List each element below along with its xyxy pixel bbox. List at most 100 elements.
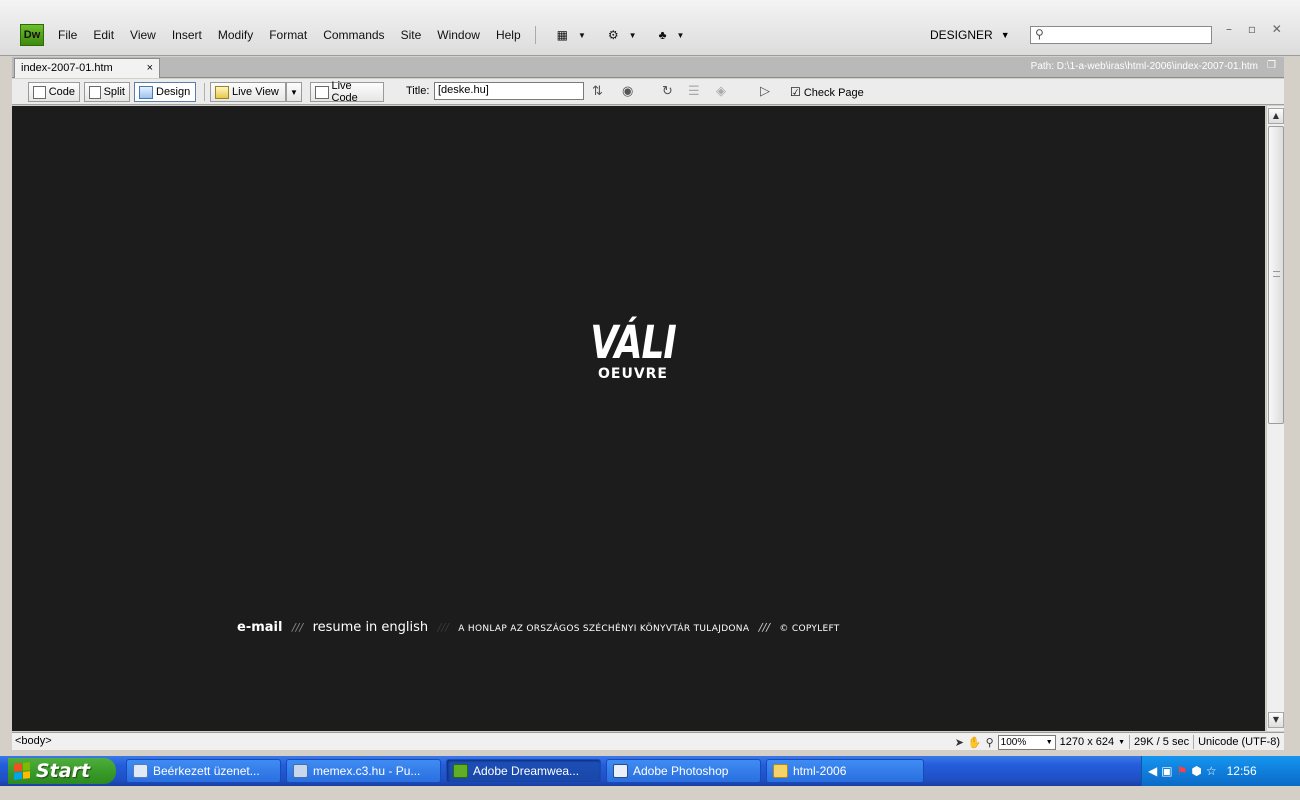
- toolbar-divider: [204, 83, 205, 101]
- document-toolbar: Code Split Design Live View ▼ Live Code …: [12, 79, 1284, 105]
- window-controls[interactable]: – ▫ ✕: [1226, 22, 1288, 36]
- check-page-icon: ☑: [790, 85, 801, 99]
- code-view-label: Code: [48, 86, 75, 98]
- taskbar-item-folder[interactable]: html-2006: [766, 759, 924, 783]
- vali-oeuvre-logo: VÁLI OEUVRE: [590, 318, 677, 382]
- extend-menu-button[interactable]: ⚙ ▼: [593, 28, 644, 42]
- network-icon[interactable]: ▣: [1161, 764, 1172, 778]
- live-view-options-button[interactable]: ▼: [286, 82, 302, 102]
- status-divider: [1193, 735, 1195, 749]
- chevron-down-icon: ▼: [577, 30, 586, 40]
- security-flag-icon[interactable]: ⚑: [1177, 764, 1188, 778]
- live-view-label: Live View: [232, 86, 279, 98]
- ownership-notice: A HONLAP AZ ORSZÁGOS SZÉCHÉNYI KÖNYVTÁR …: [458, 624, 750, 634]
- validate-markup-icon[interactable]: ▷: [760, 84, 770, 99]
- workspace-switcher[interactable]: DESIGNER ▼: [930, 24, 1010, 46]
- design-view-button[interactable]: Design: [134, 82, 196, 102]
- scroll-up-button[interactable]: ▲: [1268, 108, 1284, 124]
- visual-aids-icon[interactable]: ◈: [716, 84, 726, 99]
- menu-commands[interactable]: Commands: [315, 28, 392, 42]
- restore-icon[interactable]: ❐: [1267, 60, 1276, 71]
- view-options-icon[interactable]: ☰: [688, 84, 700, 99]
- file-management-icon[interactable]: ⇅: [592, 84, 603, 99]
- menu-site[interactable]: Site: [393, 28, 430, 42]
- menu-insert[interactable]: Insert: [164, 28, 210, 42]
- copyleft-notice: © COPYLEFT: [779, 624, 840, 634]
- taskbar-item-label: Adobe Dreamwea...: [473, 764, 580, 778]
- photoshop-icon: [613, 764, 628, 778]
- download-size-readout: 29K / 5 sec: [1134, 736, 1190, 748]
- tag-selector[interactable]: <body>: [15, 735, 52, 747]
- tray-expand-icon[interactable]: ◀: [1148, 764, 1157, 778]
- clock[interactable]: 12:56: [1227, 764, 1257, 778]
- hand-tool-icon[interactable]: ✋: [968, 736, 982, 749]
- split-view-button[interactable]: Split: [84, 82, 130, 102]
- gear-icon: ⚙: [607, 28, 619, 42]
- menu-view[interactable]: View: [122, 28, 164, 42]
- menu-file[interactable]: File: [50, 28, 85, 42]
- menu-window[interactable]: Window: [429, 28, 488, 42]
- scroll-thumb[interactable]: [1268, 126, 1284, 424]
- vertical-scrollbar[interactable]: ▲ ▼: [1266, 106, 1284, 731]
- star-icon[interactable]: ☆: [1206, 764, 1217, 778]
- document-path: Path: D:\1-a-web\iras\html-2006\index-20…: [1030, 61, 1258, 72]
- zoom-tool-icon[interactable]: ⚲: [986, 736, 994, 749]
- taskbar-item-label: memex.c3.hu - Pu...: [313, 764, 421, 778]
- window-size-readout[interactable]: 1270 x 624: [1060, 736, 1114, 748]
- taskbar-item-photoshop[interactable]: Adobe Photoshop: [606, 759, 761, 783]
- title-input[interactable]: [deske.hu]: [434, 82, 584, 100]
- refresh-icon[interactable]: ↻: [662, 84, 673, 99]
- design-icon: [139, 85, 153, 99]
- document-tab[interactable]: index-2007-01.htm ×: [14, 58, 160, 78]
- help-search-input[interactable]: ⚲: [1030, 26, 1212, 44]
- menu-edit[interactable]: Edit: [85, 28, 122, 42]
- taskbar-item-dreamweaver[interactable]: Adobe Dreamwea...: [446, 759, 601, 783]
- chevron-down-icon: ▼: [1045, 738, 1053, 746]
- close-icon[interactable]: ×: [147, 62, 153, 74]
- preview-browser-icon[interactable]: ◉: [622, 84, 633, 99]
- chevron-down-icon: ▼: [1118, 738, 1126, 746]
- windows-taskbar: Start Beérkezett üzenet... memex.c3.hu -…: [0, 756, 1300, 786]
- resume-link[interactable]: resume in english: [313, 620, 429, 635]
- zoom-select[interactable]: 100% ▼: [997, 734, 1056, 750]
- split-view-label: Split: [103, 86, 125, 98]
- menu-modify[interactable]: Modify: [210, 28, 261, 42]
- windows-flag-icon: [14, 762, 30, 780]
- start-button[interactable]: Start: [8, 758, 116, 784]
- menu-format[interactable]: Format: [261, 28, 315, 42]
- taskbar-item-inbox[interactable]: Beérkezett üzenet...: [126, 759, 281, 783]
- menu-help[interactable]: Help: [488, 28, 529, 42]
- design-canvas[interactable]: VÁLI OEUVRE e-mail /// resume in english…: [12, 106, 1265, 731]
- dreamweaver-icon: [453, 764, 468, 778]
- taskbar-item-memex[interactable]: memex.c3.hu - Pu...: [286, 759, 441, 783]
- taskbar-item-label: html-2006: [793, 764, 847, 778]
- site-tree-icon: ♣: [658, 28, 667, 42]
- status-bar: <body> ➤ ✋ ⚲ 100% ▼ 1270 x 624 ▼ 29K / 5…: [12, 732, 1284, 750]
- select-tool-icon[interactable]: ➤: [955, 736, 964, 749]
- search-icon: ⚲: [1035, 27, 1044, 41]
- mail-icon: [133, 764, 148, 778]
- taskbar-item-label: Beérkezett üzenet...: [153, 764, 260, 778]
- scroll-down-button[interactable]: ▼: [1268, 712, 1284, 728]
- terminal-icon: [293, 764, 308, 778]
- taskbar-item-label: Adobe Photoshop: [633, 764, 729, 778]
- chevron-down-icon: ▼: [628, 30, 637, 40]
- folder-icon: [773, 764, 788, 778]
- design-view-label: Design: [156, 86, 191, 98]
- system-tray: ◀ ▣ ⚑ ⬢ ☆ 12:56: [1141, 756, 1300, 786]
- application-bar: Dw File Edit View Insert Modify Format C…: [0, 0, 1300, 56]
- live-code-label: Live Code: [331, 80, 358, 104]
- live-code-button[interactable]: Live Code: [310, 80, 384, 104]
- live-view-button[interactable]: Live View: [210, 82, 286, 102]
- footer-separator: ///: [437, 621, 449, 634]
- site-menu-button[interactable]: ♣ ▼: [644, 28, 692, 42]
- layout-menu-button[interactable]: ▦ ▼: [542, 28, 593, 42]
- bluetooth-icon[interactable]: ⬢: [1191, 764, 1201, 778]
- workspace-label: DESIGNER: [930, 28, 993, 42]
- live-code-icon: [315, 85, 329, 99]
- email-link[interactable]: e-mail: [237, 620, 282, 635]
- check-page-button[interactable]: ☑ Check Page: [790, 85, 864, 99]
- code-view-button[interactable]: Code: [28, 82, 80, 102]
- zoom-value: 100%: [1000, 736, 1027, 748]
- layout-icon: ▦: [556, 28, 568, 42]
